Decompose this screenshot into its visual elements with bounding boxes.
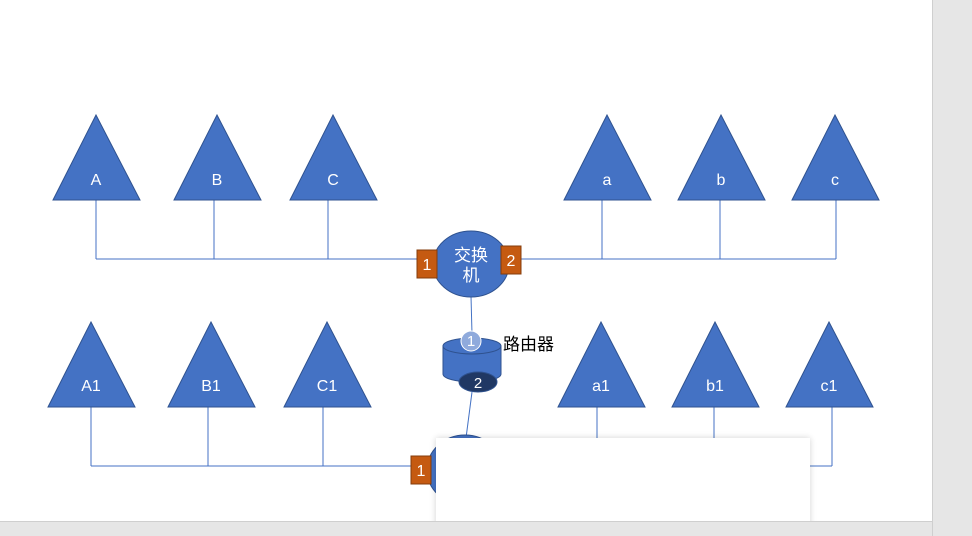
host-label: a1 — [592, 378, 610, 395]
host-c[interactable]: c — [791, 113, 880, 201]
link-router-to-switch-bottom — [465, 391, 473, 439]
top-left-bus — [95, 200, 418, 260]
host-label: B1 — [201, 378, 221, 395]
host-b[interactable]: b — [677, 113, 766, 201]
host-label: B — [212, 172, 223, 189]
switch-top-port-2-label: 2 — [507, 253, 516, 270]
switch-bottom-port-1-label: 1 — [417, 463, 426, 480]
host-label: A — [91, 172, 102, 189]
router-port-2[interactable]: 2 — [458, 371, 498, 393]
router[interactable]: 1 2 路由器 — [442, 330, 554, 393]
host-label: C1 — [317, 378, 338, 395]
router-port-1[interactable]: 1 — [460, 330, 482, 352]
bottom-left-bus — [90, 407, 411, 467]
switch-top-label-line2: 机 — [463, 266, 480, 285]
switch-top-port-1[interactable]: 1 — [416, 249, 438, 279]
router-port-1-label: 1 — [467, 333, 475, 350]
host-A[interactable]: A — [52, 113, 141, 201]
host-a1[interactable]: a1 — [557, 320, 646, 408]
host-B1[interactable]: B1 — [167, 320, 256, 408]
host-label: b1 — [706, 378, 724, 395]
host-label: b — [717, 172, 726, 189]
host-label: c — [831, 172, 839, 189]
right-gutter — [932, 0, 972, 536]
host-A1[interactable]: A1 — [47, 320, 136, 408]
switch-bottom-port-1[interactable]: 1 — [410, 455, 432, 485]
switch-top-label-line1: 交换 — [454, 246, 488, 265]
top-right-bus — [521, 200, 837, 260]
host-C1[interactable]: C1 — [283, 320, 372, 408]
router-label: 路由器 — [503, 335, 554, 354]
host-label: C — [327, 172, 339, 189]
host-B[interactable]: B — [173, 113, 262, 201]
host-C[interactable]: C — [289, 113, 378, 201]
host-label: A1 — [81, 378, 101, 395]
router-port-2-label: 2 — [474, 375, 482, 392]
host-a[interactable]: a — [563, 113, 652, 201]
host-b1[interactable]: b1 — [671, 320, 760, 408]
host-label: a — [603, 172, 612, 189]
switch-top-port-2[interactable]: 2 — [500, 245, 522, 275]
switch-top[interactable]: 交换 机 1 2 — [416, 230, 522, 298]
switch-top-port-1-label: 1 — [423, 257, 432, 274]
bottom-gutter — [0, 521, 932, 536]
host-c1[interactable]: c1 — [785, 320, 874, 408]
host-label: c1 — [821, 378, 838, 395]
link-switch-top-to-router — [470, 295, 473, 335]
